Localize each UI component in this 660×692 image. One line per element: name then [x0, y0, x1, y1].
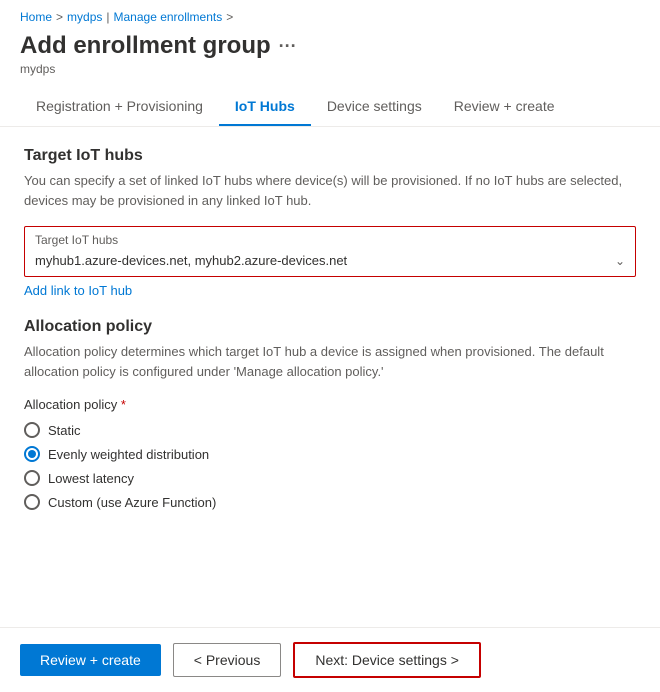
- page-ellipsis-button[interactable]: ···: [279, 36, 297, 57]
- previous-button[interactable]: < Previous: [173, 643, 282, 677]
- tab-bar: Registration + Provisioning IoT Hubs Dev…: [0, 88, 660, 127]
- target-iot-hubs-select-wrapper: Target IoT hubs myhub1.azure-devices.net…: [24, 226, 636, 277]
- breadcrumb: Home > mydps | Manage enrollments >: [0, 0, 660, 28]
- page-title: Add enrollment group: [20, 32, 271, 60]
- tab-review-create[interactable]: Review + create: [438, 88, 571, 126]
- required-mark: *: [121, 397, 126, 412]
- tab-registration[interactable]: Registration + Provisioning: [20, 88, 219, 126]
- breadcrumb-mydps[interactable]: mydps: [67, 10, 102, 24]
- radio-circle-static: [24, 422, 40, 438]
- allocation-policy-radio-group: Static Evenly weighted distribution Lowe…: [24, 422, 636, 510]
- radio-custom[interactable]: Custom (use Azure Function): [24, 494, 636, 510]
- radio-label-lowest-latency: Lowest latency: [48, 471, 134, 486]
- breadcrumb-home[interactable]: Home: [20, 10, 52, 24]
- radio-circle-custom: [24, 494, 40, 510]
- radio-evenly-weighted[interactable]: Evenly weighted distribution: [24, 446, 636, 462]
- page-title-row: Add enrollment group ···: [20, 32, 640, 60]
- radio-label-static: Static: [48, 423, 81, 438]
- radio-circle-lowest-latency: [24, 470, 40, 486]
- target-iot-hubs-label: Target IoT hubs: [25, 227, 635, 249]
- add-link-to-iot-hub[interactable]: Add link to IoT hub: [24, 283, 132, 298]
- allocation-section-title: Allocation policy: [24, 318, 636, 336]
- chevron-down-icon: ⌄: [615, 254, 625, 268]
- allocation-policy-section: Allocation policy Allocation policy dete…: [24, 318, 636, 510]
- allocation-policy-label: Allocation policy *: [24, 397, 636, 412]
- main-content: Target IoT hubs You can specify a set of…: [0, 127, 660, 530]
- page-header: Add enrollment group ··· mydps: [0, 28, 660, 88]
- allocation-section-desc: Allocation policy determines which targe…: [24, 342, 636, 381]
- target-iot-hubs-dropdown[interactable]: myhub1.azure-devices.net, myhub2.azure-d…: [25, 249, 635, 276]
- radio-label-custom: Custom (use Azure Function): [48, 495, 216, 510]
- breadcrumb-sep-1: >: [56, 10, 63, 24]
- target-section-desc: You can specify a set of linked IoT hubs…: [24, 171, 636, 210]
- radio-lowest-latency[interactable]: Lowest latency: [24, 470, 636, 486]
- footer: Review + create < Previous Next: Device …: [0, 627, 660, 692]
- target-section-title: Target IoT hubs: [24, 147, 636, 165]
- breadcrumb-manage-enrollments[interactable]: Manage enrollments: [114, 10, 223, 24]
- target-iot-hubs-value: myhub1.azure-devices.net, myhub2.azure-d…: [35, 253, 347, 268]
- tab-device-settings[interactable]: Device settings: [311, 88, 438, 126]
- tab-iot-hubs[interactable]: IoT Hubs: [219, 88, 311, 126]
- radio-static[interactable]: Static: [24, 422, 636, 438]
- review-create-button[interactable]: Review + create: [20, 644, 161, 676]
- breadcrumb-sep-3: >: [226, 10, 233, 24]
- radio-label-evenly-weighted: Evenly weighted distribution: [48, 447, 209, 462]
- breadcrumb-sep-2: |: [106, 10, 109, 24]
- page-subtitle: mydps: [20, 62, 640, 76]
- radio-circle-evenly-weighted: [24, 446, 40, 462]
- next-device-settings-button[interactable]: Next: Device settings >: [293, 642, 481, 678]
